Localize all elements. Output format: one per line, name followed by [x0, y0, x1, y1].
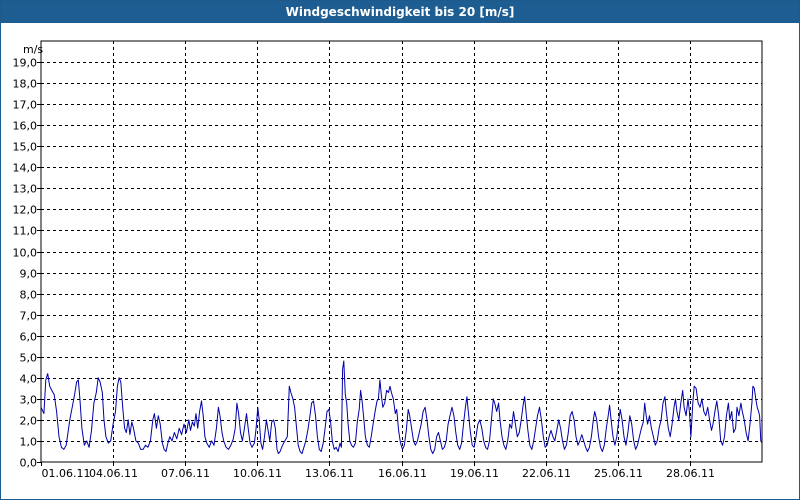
- y-tick-label: 4,0: [20, 373, 38, 386]
- y-tick-label: 19,0: [13, 57, 38, 70]
- x-tick-label: 25.06.11: [594, 467, 643, 480]
- x-tick-label: 16.06.11: [378, 467, 427, 480]
- y-tick-label: 16,0: [13, 120, 38, 133]
- y-tick-label: 3,0: [20, 394, 38, 407]
- x-tick-label: 19.06.11: [450, 467, 499, 480]
- y-tick-label: 5,0: [20, 352, 38, 365]
- y-tick-label: 17,0: [13, 99, 38, 112]
- y-tick-label: 14,0: [13, 162, 38, 175]
- window-title: Windgeschwindigkeit bis 20 [m/s]: [1, 1, 799, 23]
- y-tick-label: 7,0: [20, 310, 38, 323]
- y-tick-label: 10,0: [13, 247, 38, 260]
- x-tick-label: 10.06.11: [233, 467, 282, 480]
- y-axis-label: m/s: [23, 43, 43, 56]
- x-tick-label: 04.06.11: [89, 467, 138, 480]
- x-tick-label: 13.06.11: [305, 467, 354, 480]
- wind-speed-chart: m/s 0,0 1,0 2,0 3,0 4,0 5,0 6,0 7,0 8,0 9,0 10,0 11,…: [13, 40, 763, 480]
- y-tick-label: 9,0: [20, 268, 38, 281]
- x-tick-label: 22.06.11: [522, 467, 571, 480]
- y-tick-label: 0,0: [20, 457, 38, 470]
- y-tick-label: 11,0: [13, 225, 38, 238]
- x-tick-label: 01.06.11: [42, 467, 91, 480]
- y-tick-label: 12,0: [13, 204, 38, 217]
- y-tick-label: 6,0: [20, 331, 38, 344]
- chart-window: Windgeschwindigkeit bis 20 [m/s] m/s 0,0 1…: [0, 0, 800, 500]
- x-tick-label: 28.06.11: [666, 467, 715, 480]
- y-tick-label: 13,0: [13, 183, 38, 196]
- y-tick-label: 15,0: [13, 141, 38, 154]
- y-tick-label: 1,0: [20, 436, 38, 449]
- x-tick-label: 07.06.11: [161, 467, 210, 480]
- y-tick-label: 2,0: [20, 415, 38, 428]
- y-tick-label: 18,0: [13, 78, 38, 91]
- y-tick-label: 8,0: [20, 289, 38, 302]
